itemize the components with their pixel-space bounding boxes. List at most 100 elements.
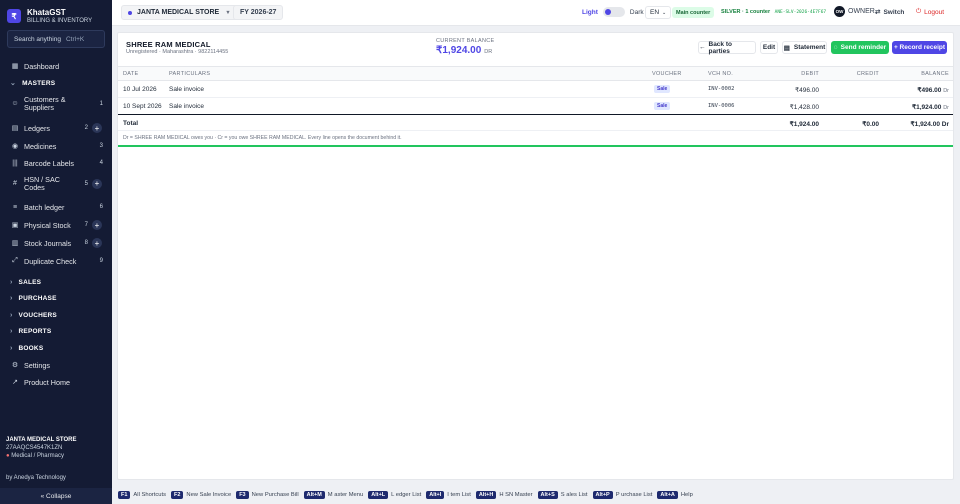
chevron-down-icon: ▼: [225, 9, 231, 16]
switch-button[interactable]: ⇄ Switch: [875, 6, 904, 18]
shortcut-f3[interactable]: F3 New Purchase Bill: [236, 491, 299, 499]
table-row[interactable]: 10 Jul 2026 Sale invoice Sale INV-0002 ₹…: [118, 81, 953, 98]
sidebar-item-count: 8: [84, 240, 88, 246]
shortcut-f2[interactable]: F2 New Sale Invoice: [170, 491, 232, 499]
sidebar-item-count: 5: [84, 181, 88, 187]
logout-button[interactable]: ⏻ Logout: [916, 6, 944, 18]
sidebar-item-settings[interactable]: ⚙ Settings: [0, 359, 112, 371]
plan-code: ANE-SLV-2026-4E7F67: [774, 10, 827, 15]
chevron-down-icon: ⌄: [10, 80, 17, 87]
gear-icon: ⚙: [11, 362, 19, 369]
sidebar-item-label: Settings: [24, 360, 50, 370]
total-label: Total: [123, 120, 139, 127]
sidebar-section-label: REPORTS: [18, 327, 52, 335]
sidebar-section-label: BOOKS: [18, 344, 44, 352]
shortcut-label: I tem List: [447, 492, 471, 498]
sidebar-section-label: SALES: [18, 278, 42, 286]
plan-badge: SILVER · 1 counter ANE-SLV-2026-4E7F67: [721, 9, 826, 15]
store-gstin: 27AAQCS4547K1ZN: [6, 445, 63, 451]
shortcut-key: Alt+S: [537, 491, 558, 499]
sidebar-item-label: HSN / SAC Codes: [24, 175, 60, 192]
statement-button[interactable]: ▤ Statement: [782, 41, 827, 54]
add-stock-journal-button[interactable]: +: [92, 238, 102, 248]
journal-icon: ▥: [11, 240, 19, 247]
theme-toggle[interactable]: Light Dark: [582, 7, 644, 17]
theme-light-label: Light: [582, 8, 598, 16]
add-ledger-button[interactable]: +: [92, 123, 102, 133]
row-vch-no[interactable]: INV-0006: [708, 103, 735, 109]
row-vch-no[interactable]: INV-0002: [708, 86, 735, 92]
user-menu[interactable]: OW OWNER: [834, 6, 875, 17]
theme-switch[interactable]: [602, 7, 625, 17]
edit-button[interactable]: Edit: [760, 41, 778, 54]
shortcut-label: L edger List: [391, 492, 422, 498]
shortcut-alt-a[interactable]: Alt+A Help: [657, 491, 693, 499]
table-header: DATE PARTICULARS VOUCHER VCH NO. DEBIT C…: [118, 66, 953, 81]
brand[interactable]: ₹ KhataGST BILLING & INVENTORY: [7, 6, 92, 26]
send-reminder-button[interactable]: ◌ Send reminder: [831, 41, 889, 54]
sidebar-item-duplicate-check[interactable]: ⤢ Duplicate Check 9: [0, 255, 112, 267]
reminder-label: Send reminder: [840, 44, 887, 51]
sidebar-item-customers[interactable]: ☺ Customers & Suppliers 1: [0, 94, 112, 114]
topbar: JANTA MEDICAL STORE ▼ FY 2026-27 Light D…: [112, 0, 960, 26]
search-shortcut: Ctrl+K: [65, 35, 85, 43]
language-selector[interactable]: EN ⌄: [645, 6, 672, 19]
sidebar-section-masters[interactable]: ⌄ MASTERS: [0, 77, 112, 89]
sidebar-section-purchase[interactable]: › PURCHASE: [0, 292, 112, 304]
total-row: Total ₹1,924.00 ₹0.00 ₹1,924.00 Dr: [118, 114, 953, 131]
shortcut-alt-i[interactable]: Alt+I I tem List: [426, 491, 471, 499]
sidebar-section-sales[interactable]: › SALES: [0, 276, 112, 288]
shortcut-f1[interactable]: F1 All Shortcuts: [118, 491, 166, 499]
sidebar-item-hsn-sac[interactable]: # HSN / SAC Codes 5 +: [0, 174, 112, 194]
sidebar-item-batch-ledger[interactable]: ≡ Batch ledger 6: [0, 201, 112, 213]
sidebar-section-vouchers[interactable]: › VOUCHERS: [0, 309, 112, 321]
row-balance: ₹496.00 Dr: [917, 87, 949, 94]
shortcut-label: P urchase List: [615, 492, 653, 498]
add-physical-stock-button[interactable]: +: [92, 220, 102, 230]
shortcut-alt-h[interactable]: Alt+H H SN Master: [475, 491, 533, 499]
chevron-right-icon: ›: [10, 294, 13, 302]
sidebar-item-physical-stock[interactable]: ▣ Physical Stock 7 +: [0, 219, 112, 231]
brand-subtitle: BILLING & INVENTORY: [27, 17, 93, 24]
record-receipt-button[interactable]: + Record receipt: [892, 41, 947, 54]
voucher-tag: Sale: [654, 102, 671, 110]
sidebar-item-ledgers[interactable]: ▤ Ledgers 2 +: [0, 122, 112, 134]
voucher-tag: Sale: [654, 85, 671, 93]
search-input[interactable]: Search anything Ctrl+K: [7, 30, 105, 48]
sidebar-item-count: 4: [99, 160, 103, 166]
sidebar-item-product-home[interactable]: ↗ Product Home: [0, 376, 112, 388]
sidebar-item-stock-journals[interactable]: ▥ Stock Journals 8 +: [0, 237, 112, 249]
fy-selector[interactable]: FY 2026-27: [233, 5, 284, 20]
add-hsn-button[interactable]: +: [92, 179, 102, 189]
balance-type: DR: [484, 49, 493, 55]
grid-icon: ▦: [11, 63, 19, 70]
sidebar-item-dashboard[interactable]: ▦ Dashboard: [0, 60, 112, 72]
sidebar-section-books[interactable]: › BOOKS: [0, 342, 112, 354]
plan-label: SILVER · 1 counter: [721, 9, 771, 15]
sidebar-section-reports[interactable]: › REPORTS: [0, 325, 112, 337]
back-to-parties-button[interactable]: ← Back to parties: [698, 40, 756, 55]
switch-label: Switch: [883, 8, 905, 16]
chevron-right-icon: ›: [10, 311, 13, 319]
pill-icon: ●: [6, 453, 10, 459]
sidebar-section-label: VOUCHERS: [18, 311, 57, 319]
table-row[interactable]: 10 Sept 2026 Sale invoice Sale INV-0006 …: [118, 98, 953, 115]
toggle-knob: [604, 9, 611, 15]
shortcut-alt-p[interactable]: Alt+P P urchase List: [592, 491, 653, 499]
store-selector[interactable]: JANTA MEDICAL STORE ▼: [121, 5, 238, 20]
current-balance: ₹1,924.00 DR: [436, 45, 492, 56]
shortcut-alt-m[interactable]: Alt+M M aster Menu: [303, 491, 363, 499]
sidebar-item-medicines[interactable]: ◉ Medicines 3: [0, 140, 112, 152]
back-label: Back to parties: [708, 40, 732, 55]
duplicate-icon: ⤢: [12, 257, 18, 264]
sidebar-item-barcode-labels[interactable]: ||| Barcode Labels 4: [0, 157, 112, 169]
shortcut-alt-l[interactable]: Alt+L L edger List: [368, 491, 421, 499]
collapse-sidebar-button[interactable]: « Collapse: [0, 488, 112, 504]
power-icon: ⏻: [916, 8, 922, 15]
balance-label: CURRENT BALANCE: [436, 38, 495, 44]
user-role: OWNER: [848, 8, 875, 15]
shortcut-alt-s[interactable]: Alt+S S ales List: [537, 491, 588, 499]
shortcut-label: New Sale Invoice: [186, 492, 232, 498]
switch-arrows-icon: ⇄: [875, 9, 881, 16]
sidebar-section-label: MASTERS: [22, 79, 56, 87]
